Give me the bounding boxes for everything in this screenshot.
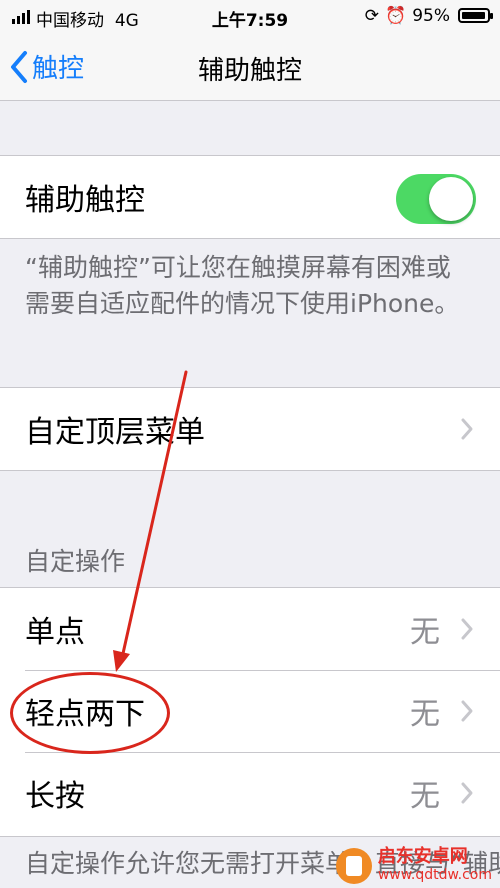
top-menu-group: 自定顶层菜单 (0, 387, 500, 471)
single-tap-label: 单点 (25, 615, 85, 650)
battery-percent: 95% (412, 6, 450, 26)
status-bar: 中国移动 4G 上午7:59 ⟳ ⏰ 95% (0, 0, 500, 34)
page-title: 辅助触控 (197, 56, 302, 86)
single-tap-value: 无 (410, 615, 440, 650)
watermark-name: 启东安卓网 (377, 846, 468, 867)
customize-top-menu-label: 自定顶层菜单 (25, 415, 205, 450)
double-tap-label: 轻点两下 (25, 697, 145, 732)
watermark: 启东安卓网 www.qdtdw.com (335, 846, 492, 884)
toggle-knob (429, 177, 473, 221)
battery-icon (458, 8, 493, 23)
assistive-touch-toggle[interactable] (396, 174, 476, 224)
chevron-right-icon (461, 418, 473, 440)
navigation-bar: 触控 辅助触控 (0, 34, 500, 101)
chevron-right-icon (461, 782, 473, 804)
assistive-touch-group: 辅助触控 (0, 155, 500, 239)
watermark-url: www.qdtdw.com (377, 867, 492, 883)
assistive-touch-row: 辅助触控 (0, 156, 500, 238)
customize-top-menu-row[interactable]: 自定顶层菜单 (0, 388, 500, 470)
rotation-lock-icon: ⟳ (364, 6, 380, 26)
assistive-touch-label: 辅助触控 (25, 183, 145, 218)
double-tap-row[interactable]: 轻点两下 无 (0, 670, 500, 752)
chevron-right-icon (461, 618, 473, 640)
long-press-label: 长按 (25, 779, 85, 814)
long-press-row[interactable]: 长按 无 (0, 752, 500, 834)
custom-actions-group: 单点 无 轻点两下 无 长按 无 (0, 587, 500, 837)
chevron-right-icon (461, 700, 473, 722)
status-right: ⟳ ⏰ 95% (365, 6, 450, 26)
double-tap-value: 无 (410, 697, 440, 732)
watermark-logo-icon (335, 848, 372, 884)
single-tap-row[interactable]: 单点 无 (0, 588, 500, 670)
assistive-touch-footer: “辅助触控”可让您在触摸屏幕有困难或需要自适应配件的情况下使用iPhone。 (25, 253, 460, 318)
alarm-icon: ⏰ (385, 6, 407, 26)
long-press-value: 无 (410, 779, 440, 814)
custom-actions-header: 自定操作 (25, 547, 126, 576)
